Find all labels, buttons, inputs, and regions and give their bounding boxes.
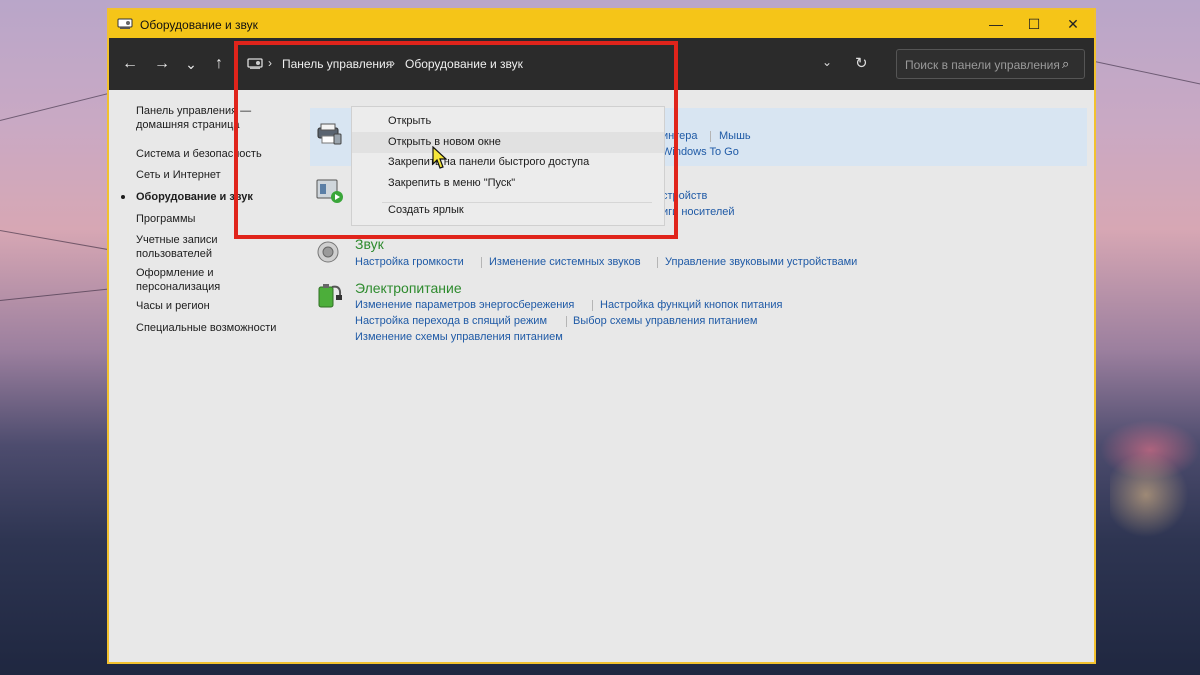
power-options-icon — [318, 284, 342, 308]
control-panel-icon — [247, 58, 263, 69]
breadcrumb-control-panel[interactable]: Панель управления — [282, 57, 392, 71]
left-nav-network[interactable]: Сеть и Интернет — [136, 168, 296, 182]
link-audio-devices[interactable]: Управление звуковыми устройствами — [665, 256, 857, 268]
back-button[interactable]: ← — [120, 54, 140, 74]
maximize-button[interactable]: ☐ — [1013, 10, 1055, 38]
left-nav-home[interactable]: Панель управления — домашняя страница — [136, 104, 261, 132]
link-power-settings[interactable]: Изменение параметров энергосбережения — [355, 299, 574, 311]
link-power-buttons[interactable]: Настройка функций кнопок питания — [600, 299, 782, 311]
menu-item-pin-start[interactable]: Закрепить в меню "Пуск" — [388, 177, 515, 189]
link-separator — [481, 257, 482, 268]
breadcrumb-hardware-sound[interactable]: Оборудование и звук — [405, 57, 523, 71]
link-choose-power-plan[interactable]: Выбор схемы управления питанием — [573, 315, 757, 327]
link-mouse[interactable]: Мышь — [719, 130, 751, 142]
title-bar: Оборудование и звук — ☐ ✕ — [109, 10, 1094, 38]
hardware-sound-icon — [117, 18, 133, 29]
context-menu-divider — [382, 202, 652, 203]
forward-button[interactable]: → — [152, 54, 172, 74]
close-button[interactable]: ✕ — [1052, 10, 1094, 38]
search-icon[interactable]: ⌕ — [1062, 56, 1069, 72]
menu-item-pin-quick-access[interactable]: Закрепить на панели быстрого доступа — [388, 156, 589, 168]
mouse-cursor-icon — [432, 146, 448, 169]
context-menu: Открыть Открыть в новом окне Закрепить н… — [351, 106, 665, 226]
category-sound-title[interactable]: Звук — [355, 236, 384, 252]
left-nav-user-accounts[interactable]: Учетные записи пользователей — [136, 233, 226, 261]
left-nav-hardware-sound-label: Оборудование и звук — [136, 191, 253, 203]
recent-locations-button[interactable]: ⌄ — [181, 54, 201, 74]
link-sleep-settings[interactable]: Настройка перехода в спящий режим — [355, 315, 547, 327]
breadcrumb-separator: › — [391, 56, 395, 70]
breadcrumb-separator: › — [268, 56, 272, 70]
link-printers-partial[interactable]: интера — [662, 130, 698, 142]
menu-item-create-shortcut[interactable]: Создать ярлык — [388, 204, 464, 216]
link-volume[interactable]: Настройка громкости — [355, 256, 464, 268]
link-separator — [657, 257, 658, 268]
address-bar[interactable]: › Панель управления › Оборудование и зву… — [235, 48, 883, 80]
autoplay-icon — [316, 179, 343, 203]
category-power-title[interactable]: Электропитание — [355, 280, 462, 296]
link-windows-to-go[interactable]: Windows To Go — [662, 146, 739, 158]
left-nav-system-security[interactable]: Система и безопасность — [136, 147, 296, 161]
search-input[interactable]: Поиск в панели управления — [905, 58, 1060, 72]
link-autoplay-media-partial[interactable]: иги носителей — [662, 206, 735, 218]
link-system-sounds[interactable]: Изменение системных звуков — [489, 256, 641, 268]
current-item-bullet — [121, 195, 125, 199]
left-nav-personalization[interactable]: Оформление и персонализация — [136, 266, 236, 294]
link-separator — [566, 316, 567, 327]
desktop-wire — [1089, 60, 1200, 86]
left-nav-hardware-sound[interactable]: Оборудование и звук — [121, 190, 296, 204]
window-title: Оборудование и звук — [140, 18, 258, 32]
sound-icon — [317, 241, 339, 263]
search-box[interactable]: Поиск в панели управления ⌕ — [896, 49, 1085, 79]
up-button[interactable]: ↑ — [209, 54, 229, 74]
link-separator — [710, 131, 711, 142]
left-nav-clock-region[interactable]: Часы и регион — [136, 299, 296, 313]
link-edit-power-plan[interactable]: Изменение схемы управления питанием — [355, 331, 563, 343]
desktop-city-lights — [1110, 450, 1200, 540]
menu-item-open[interactable]: Открыть — [388, 115, 431, 127]
left-nav-programs[interactable]: Программы — [136, 212, 296, 226]
link-separator — [592, 300, 593, 311]
left-nav-accessibility[interactable]: Специальные возможности — [136, 321, 296, 335]
refresh-button[interactable]: ↻ — [855, 54, 868, 72]
devices-printers-icon — [317, 123, 342, 145]
link-autoplay-devices-partial[interactable]: стройств — [662, 190, 707, 202]
address-dropdown-button[interactable]: ⌄ — [822, 55, 832, 69]
navigation-bar: ← → ⌄ ↑ › Панель управления › Оборудован… — [109, 38, 1094, 90]
minimize-button[interactable]: — — [975, 10, 1017, 38]
